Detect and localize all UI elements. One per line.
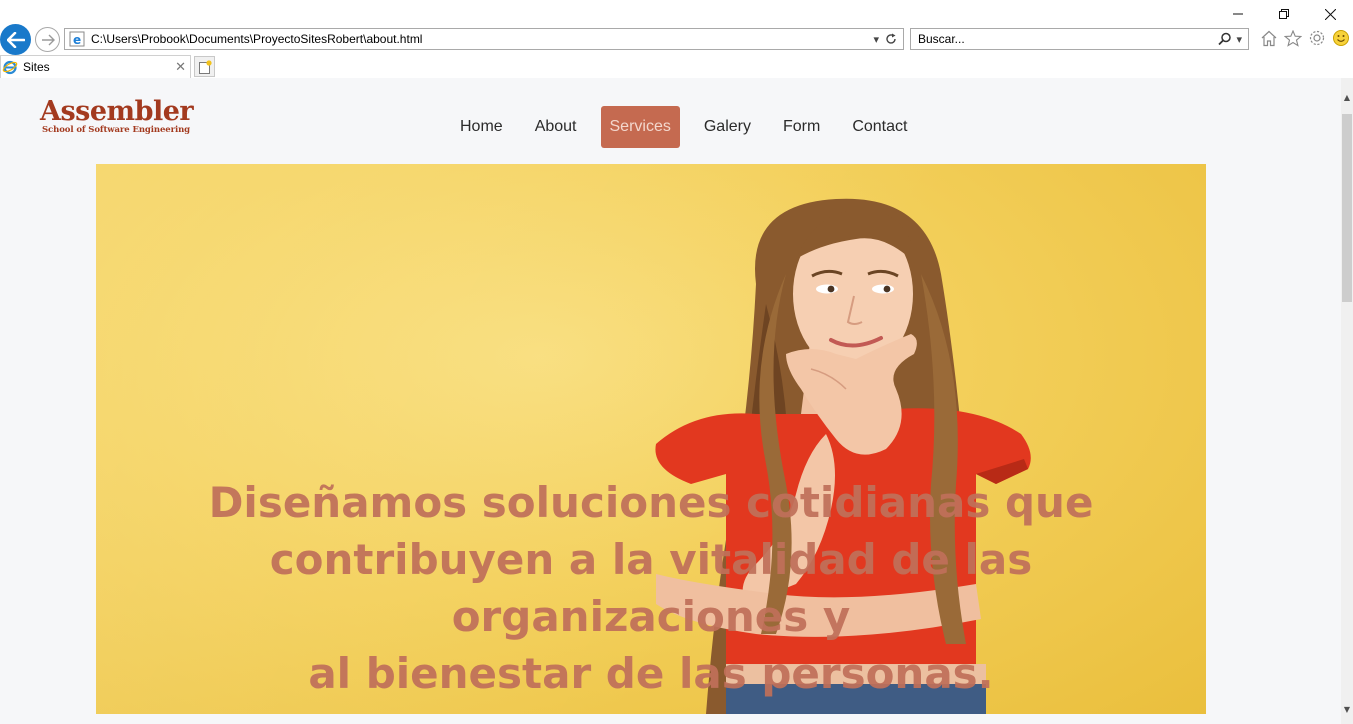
- hero-heading-line3: al bienestar de las personas.: [308, 649, 994, 698]
- search-icon[interactable]: [1218, 32, 1232, 46]
- hero-heading: Diseñamos soluciones cotidianas que cont…: [96, 474, 1206, 702]
- gear-icon[interactable]: [1308, 29, 1326, 47]
- restore-icon: [1279, 9, 1289, 19]
- scroll-down-icon[interactable]: ▼: [1341, 702, 1353, 716]
- nav-home[interactable]: Home: [444, 106, 519, 148]
- restore-button[interactable]: [1261, 0, 1307, 28]
- site-logo[interactable]: Assembler School of Software Engineering: [40, 96, 194, 136]
- page-viewport: Assembler School of Software Engineering…: [0, 78, 1341, 724]
- dropdown-icon[interactable]: ▾: [873, 33, 879, 46]
- minimize-icon: [1233, 13, 1243, 15]
- search-tools: ▾: [1218, 32, 1242, 46]
- browser-chrome: e C:\Users\Probook\Documents\ProyectoSit…: [0, 0, 1353, 78]
- page-ie-icon: e: [69, 31, 85, 47]
- vertical-scrollbar[interactable]: ▲ ▼: [1341, 78, 1353, 724]
- back-arrow-icon: [6, 31, 25, 48]
- refresh-icon[interactable]: [885, 33, 897, 45]
- scroll-thumb[interactable]: [1342, 114, 1352, 302]
- tab-strip: Sites ✕: [0, 55, 1353, 78]
- tab-title: Sites: [23, 60, 50, 74]
- browser-toolbar: [1260, 29, 1350, 47]
- logo-sub-text: School of Software Engineering: [42, 125, 191, 135]
- search-dropdown-icon[interactable]: ▾: [1236, 33, 1242, 46]
- scroll-up-icon[interactable]: ▲: [1341, 90, 1353, 104]
- hero-heading-line1: Diseñamos soluciones cotidianas que: [208, 478, 1094, 527]
- nav-contact[interactable]: Contact: [836, 106, 923, 148]
- home-icon[interactable]: [1260, 30, 1278, 47]
- svg-text:e: e: [73, 33, 81, 47]
- close-button[interactable]: [1307, 0, 1353, 28]
- tab-sites[interactable]: Sites ✕: [0, 55, 191, 78]
- address-text[interactable]: C:\Users\Probook\Documents\ProyectoSites…: [91, 32, 873, 46]
- address-tools: ▾: [873, 33, 897, 46]
- nav-galery[interactable]: Galery: [688, 106, 767, 148]
- forward-arrow-icon: [41, 34, 55, 45]
- search-bar[interactable]: Buscar... ▾: [910, 28, 1249, 50]
- search-input[interactable]: Buscar...: [918, 32, 1218, 46]
- new-tab-button[interactable]: [194, 56, 215, 77]
- logo-main-text: Assembler: [40, 96, 194, 127]
- hero-banner: Diseñamos soluciones cotidianas que cont…: [96, 164, 1206, 714]
- new-tab-icon: [198, 59, 212, 74]
- ie-tab-icon: [2, 60, 18, 75]
- close-icon: [1324, 8, 1336, 20]
- back-button[interactable]: [0, 24, 31, 55]
- forward-button[interactable]: [35, 27, 60, 52]
- window-controls: [1215, 0, 1353, 28]
- tab-close-icon[interactable]: ✕: [175, 60, 186, 75]
- nav-about[interactable]: About: [519, 106, 593, 148]
- smiley-feedback-icon[interactable]: [1332, 29, 1350, 47]
- hero-heading-line2: contribuyen a la vitalidad de las organi…: [269, 535, 1033, 641]
- nav-form[interactable]: Form: [767, 106, 836, 148]
- nav-services[interactable]: Services: [600, 106, 680, 148]
- minimize-button[interactable]: [1215, 0, 1261, 28]
- favorites-star-icon[interactable]: [1284, 29, 1302, 47]
- address-bar[interactable]: e C:\Users\Probook\Documents\ProyectoSit…: [64, 28, 904, 50]
- main-nav: Home About Services Galery Form Contact: [444, 106, 923, 148]
